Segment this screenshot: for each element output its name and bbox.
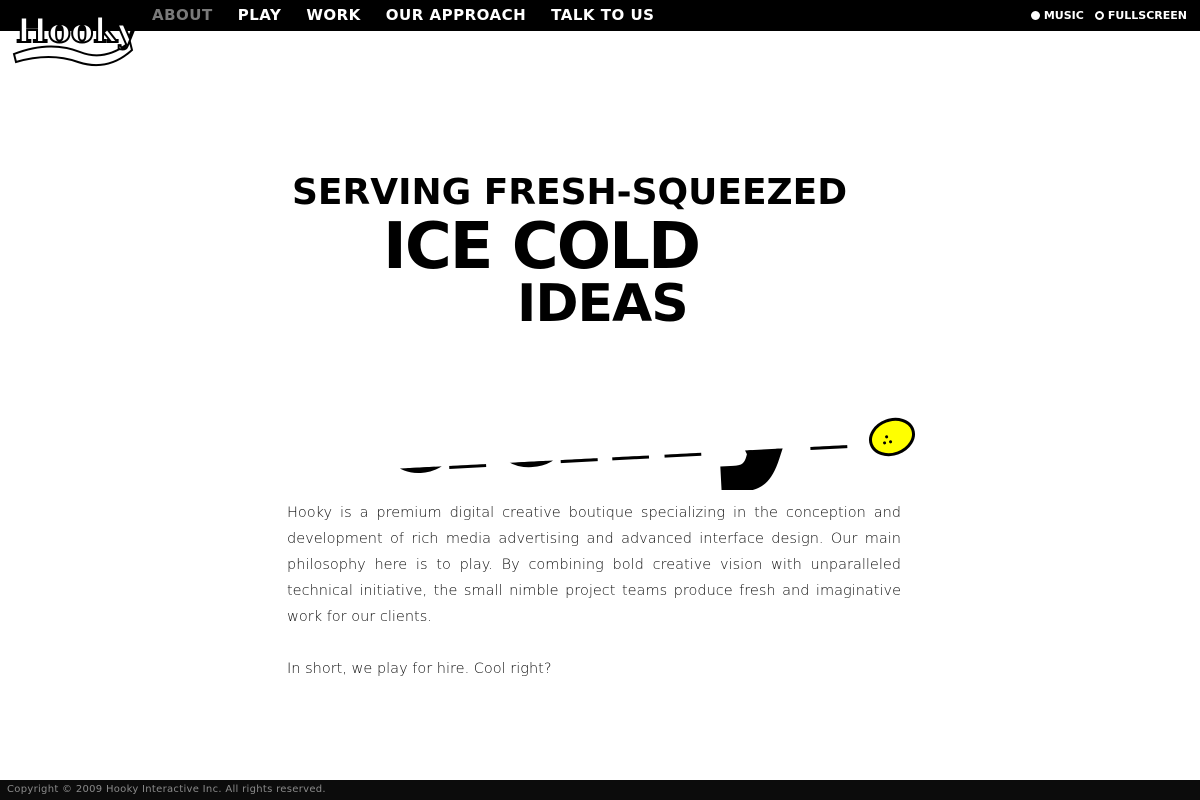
headline-line-1: SERVING FRESH-SQUEEZED	[292, 172, 847, 213]
copyright-text: Copyright © 2009 Hooky Interactive Inc. …	[7, 784, 326, 795]
footer-bar: Copyright © 2009 Hooky Interactive Inc. …	[0, 780, 1200, 800]
music-label: MUSIC	[1043, 9, 1084, 22]
hooky-logo[interactable]: Hooky	[10, 2, 135, 72]
lemon-icon	[869, 417, 915, 457]
nav-item-our-approach[interactable]: OUR APPROACH	[386, 0, 526, 31]
nav-item-work[interactable]: WORK	[306, 0, 360, 31]
fullscreen-label: FULLSCREEN	[1107, 9, 1187, 22]
about-text: Hooky is a premium digital creative bout…	[287, 500, 901, 708]
headline-line-2: ICE COLD	[383, 210, 699, 284]
options-group: MUSIC FULLSCREEN	[1020, 0, 1187, 31]
nav-item-play[interactable]: PLAY	[238, 0, 282, 31]
radio-filled-icon	[1030, 11, 1040, 20]
about-paragraph-2: In short, we play for hire. Cool right?	[287, 661, 552, 677]
music-toggle[interactable]: MUSIC	[1030, 9, 1084, 22]
about-paragraph-1: Hooky is a premium digital creative bout…	[287, 505, 901, 625]
main-nav: ABOUT PLAY WORK OUR APPROACH TALK TO US	[152, 0, 679, 31]
radio-hollow-icon	[1094, 11, 1104, 20]
fullscreen-toggle[interactable]: FULLSCREEN	[1094, 9, 1187, 22]
headline-line-3: IDEAS	[517, 274, 688, 334]
nav-item-about[interactable]: ABOUT	[152, 0, 213, 31]
logo-text: Hooky	[16, 11, 135, 51]
nav-item-talk-to-us[interactable]: TALK TO US	[551, 0, 654, 31]
headline-graphic: SERVING FRESH-SQUEEZED ICE COLD IDEAS da…	[292, 172, 915, 490]
